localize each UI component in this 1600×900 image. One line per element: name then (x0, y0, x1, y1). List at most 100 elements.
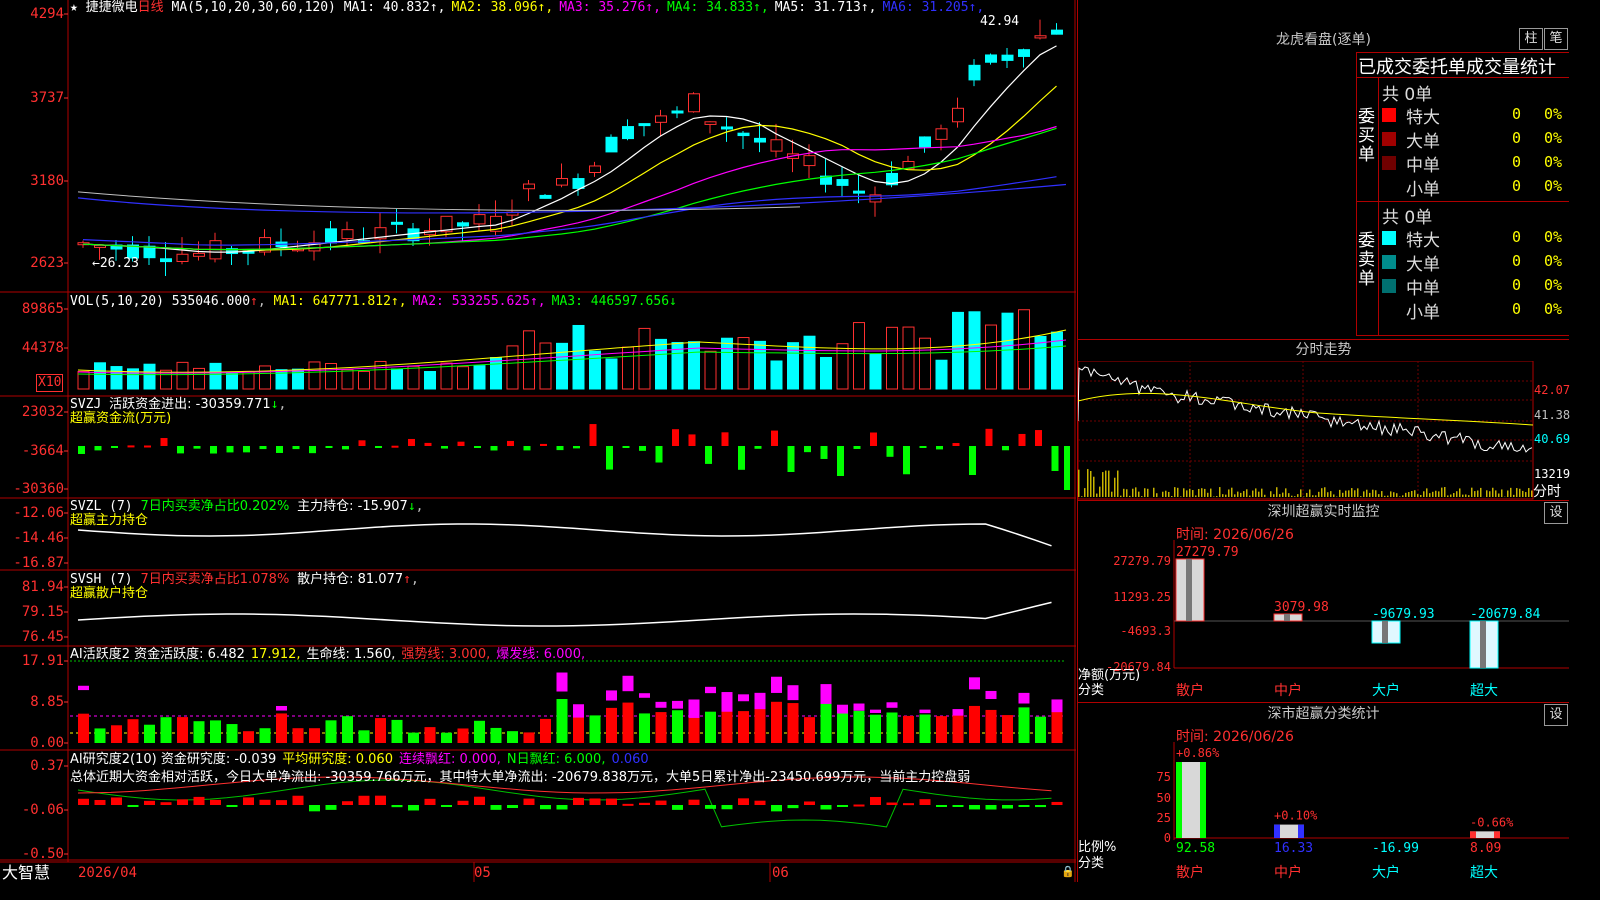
classify-bar-accent2-1 (1274, 824, 1280, 838)
favorite-star-icon[interactable]: ★ (70, 0, 78, 15)
research-bar (820, 805, 832, 810)
high-price-label: 42.94 (980, 14, 1020, 29)
fund-flow-bar (969, 446, 976, 475)
volume-bar (704, 350, 717, 390)
research-bar (193, 796, 205, 805)
research-bar (358, 795, 370, 805)
fund-flow-bar (936, 446, 943, 450)
research-bar (490, 805, 502, 810)
fund-flow-bar (985, 428, 993, 446)
y-label-p7-2: -0.50 (21, 846, 64, 862)
intraday-y-label-1: 41.38 (1534, 408, 1571, 422)
y-label-p5-2: 76.45 (21, 629, 64, 645)
fund-flow-bar (952, 443, 960, 446)
classify-cat-3: 超大 (1470, 865, 1498, 881)
svsh-title: SVSH (7) (70, 572, 133, 587)
candle-body (737, 132, 750, 137)
fund-flow-bar (820, 446, 828, 459)
buy-row-pct-3: 0% (1544, 177, 1563, 195)
fund-flow-bar (655, 446, 663, 463)
volume-bar (539, 342, 552, 390)
intraday-chart[interactable] (1078, 361, 1569, 501)
candle-body (325, 228, 337, 244)
intraday-volume-bar (1117, 470, 1119, 497)
sell-row-swatch-0 (1382, 231, 1396, 245)
intraday-volume-bar (1093, 476, 1095, 497)
candle-body (160, 258, 172, 263)
classify-settings-button[interactable]: 设 (1544, 704, 1568, 726)
intraday-volume-bar (1204, 488, 1206, 497)
monitor-cat-3: 超大 (1470, 683, 1498, 699)
monitor-ylabel: 净额(万元) (1078, 668, 1141, 683)
intraday-volume-bar (1522, 490, 1524, 497)
y-label-p3-0: 23032 (21, 404, 64, 420)
intraday-volume-bar (1381, 491, 1383, 497)
volume-bar (490, 357, 502, 390)
sell-row-label-2: 中单 (1406, 279, 1440, 299)
classify-value-0: 92.58 (1176, 841, 1215, 856)
ma-value-1: MA1: 40.832↑, (343, 0, 446, 15)
volume-bar (754, 340, 766, 390)
fund-flow-bar (573, 446, 580, 449)
classify-chart[interactable]: 75 50 25 0 +0.86% 92.58 散户 +0.10% 16.33 中户 -16.99 大… (1078, 742, 1569, 882)
ai-research-part-1: 资金研究度: -0.039 (160, 752, 277, 767)
buy-total: 共 0单 (1382, 85, 1433, 105)
activity-bar-top (787, 685, 799, 701)
intraday-volume-bar (1525, 492, 1527, 497)
buy-orders-label: 委买单 (1358, 107, 1375, 165)
main-chart-area[interactable]: ★ 捷捷微电日线 MA(5,10,20,30,60,120) MA1: 40.8… (0, 0, 1076, 882)
activity-bar (952, 711, 964, 743)
activity-bar (457, 728, 469, 743)
intraday-volume-bar (1162, 491, 1164, 497)
monitor-settings-button[interactable]: 设 (1544, 502, 1568, 524)
intraday-volume-bar (1132, 488, 1134, 497)
vol-mas: MA1: 647771.812↑, MA2: 533255.625↑, MA3: 4… (274, 294, 683, 309)
monitor-chart[interactable]: 27279.79 11293.25 -4693.3 -20679.84 27279.79… (1078, 540, 1569, 700)
fund-flow-bar (523, 446, 531, 451)
activity-bar (325, 720, 337, 743)
candle-body (754, 137, 766, 143)
research-bar (325, 805, 337, 810)
period-label[interactable]: 日线 (138, 0, 164, 15)
svzj-sub: 超赢资金流(万元) (70, 411, 172, 426)
intraday-volume-bar (1189, 488, 1191, 497)
intraday-volume-bar (1186, 490, 1188, 497)
sell-orders-label: 委卖单 (1358, 231, 1375, 289)
activity-bar (936, 716, 947, 743)
fund-flow-bar (672, 429, 679, 446)
intraday-volume-bar (1243, 491, 1245, 497)
vol-unit: X10 (36, 374, 64, 392)
intraday-volume-bar (1306, 492, 1308, 497)
activity-bar (771, 701, 782, 743)
candle-body (572, 178, 585, 189)
fund-flow-bar (441, 446, 448, 449)
fund-flow-bar (1051, 446, 1059, 471)
volume-bar (968, 311, 981, 390)
y-label-p2-1: 44378 (21, 340, 64, 356)
research-bar (94, 799, 106, 805)
lock-icon[interactable]: 🔒 (1061, 864, 1075, 880)
intraday-volume-bar (1120, 495, 1122, 497)
research-bar (243, 797, 254, 805)
volume-bar (622, 346, 634, 390)
bar-view-button[interactable]: 柱 (1519, 28, 1543, 50)
monitor-xlabel: 分类 (1078, 683, 1105, 698)
ai-research-part-4: N日飘红: 6.000, (506, 752, 606, 767)
monitor-y-tick-2: -4693.3 (1120, 624, 1171, 638)
fund-flow-bar (78, 446, 85, 454)
activity-bar-top (556, 672, 568, 692)
activity-bar (243, 731, 254, 743)
classify-cat-2: 大户 (1372, 864, 1400, 881)
activity-bar (804, 717, 815, 743)
fund-flow-bar (292, 446, 300, 450)
intraday-volume-bar (1417, 494, 1419, 497)
activity-bar (886, 712, 898, 743)
intraday-volume-bar (1321, 488, 1323, 497)
activity-bar-top (853, 703, 865, 711)
intraday-volume-bar (1369, 492, 1371, 497)
main-chart-canvas[interactable] (0, 0, 1076, 882)
buy-row-swatch-1 (1382, 132, 1396, 146)
activity-bar (226, 724, 238, 743)
y-label-p3-2: -30360 (13, 481, 64, 497)
tick-view-button[interactable]: 笔 (1544, 28, 1568, 50)
